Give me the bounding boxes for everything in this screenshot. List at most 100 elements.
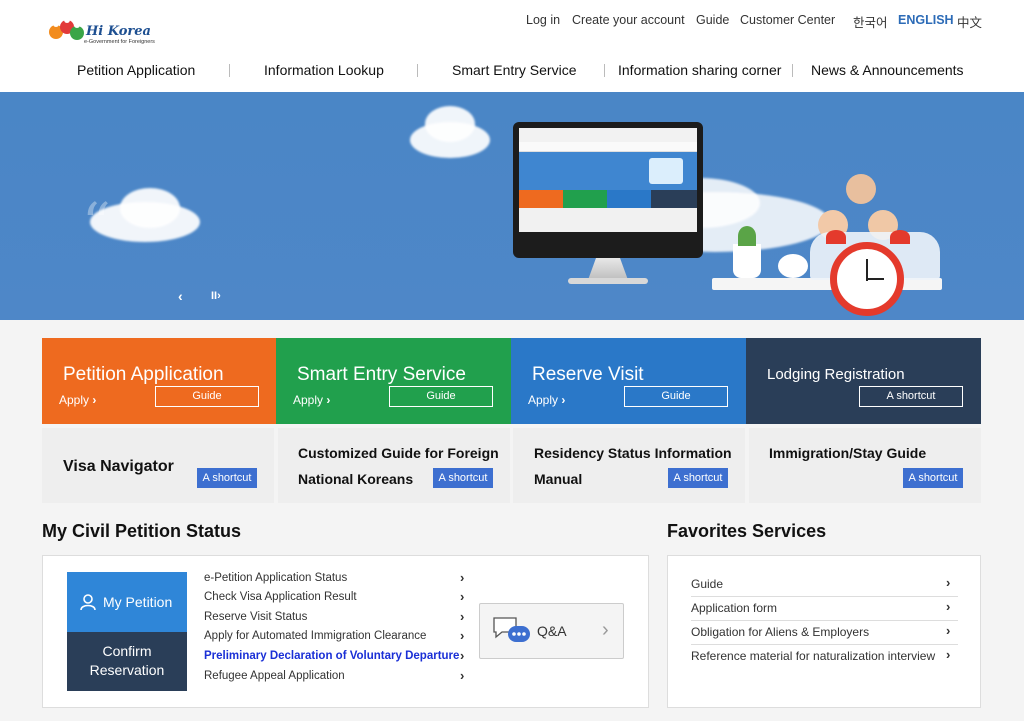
login-link[interactable]: Log in (526, 13, 560, 27)
tile-apply-link[interactable]: Apply › (59, 393, 96, 407)
status-link-visa-result[interactable]: Check Visa Application Result (204, 591, 357, 603)
tile-petition-application[interactable]: Petition Application Apply › Guide (42, 338, 276, 424)
chevron-right-icon: › (946, 647, 951, 662)
customized-guide-card[interactable]: Customized Guide for Foreign National Ko… (278, 428, 510, 503)
qa-button[interactable]: Q&A › (479, 603, 624, 659)
banner-prev-button[interactable]: ‹ (178, 288, 183, 304)
plant-illustration (738, 226, 756, 246)
create-account-link[interactable]: Create your account (572, 13, 685, 27)
divider (691, 596, 958, 597)
sub-tile-title-line2: Manual (534, 471, 583, 487)
chevron-right-icon: › (460, 589, 465, 604)
nav-petition-application[interactable]: Petition Application (77, 62, 195, 78)
monitor-stand (588, 258, 628, 280)
person-illustration (846, 174, 876, 204)
customer-center-link[interactable]: Customer Center (740, 13, 835, 27)
chevron-right-icon: › (946, 599, 951, 614)
chevron-right-icon: › (460, 609, 465, 624)
logo-text: Hi Korea (86, 24, 151, 39)
lang-english[interactable]: ENGLISH (898, 13, 954, 27)
shortcut-button[interactable]: A shortcut (197, 468, 257, 488)
monitor-stand-base (568, 278, 648, 284)
tile-smart-entry-service[interactable]: Smart Entry Service Apply › Guide (276, 338, 511, 424)
fav-link-naturalization[interactable]: Reference material for naturalization in… (691, 649, 935, 663)
piggy-bank-illustration (778, 254, 808, 278)
nav-information-lookup[interactable]: Information Lookup (264, 62, 384, 78)
plant-pot-illustration (733, 244, 761, 278)
shortcut-button[interactable]: A shortcut (433, 468, 493, 488)
my-petition-label: My Petition (103, 594, 173, 610)
tile-title: Petition Application (63, 364, 224, 385)
sub-tile-title-line2: National Koreans (298, 471, 414, 487)
tile-reserve-visit[interactable]: Reserve Visit Apply › Guide (511, 338, 746, 424)
tile-guide-button[interactable]: Guide (389, 386, 493, 407)
tile-lodging-registration[interactable]: Lodging Registration A shortcut (746, 338, 981, 424)
tile-shortcut-button[interactable]: A shortcut (859, 386, 963, 407)
fav-link-guide[interactable]: Guide (691, 577, 723, 591)
hikorea-logo[interactable]: Hi Korea e-Government for Foreigners (48, 16, 155, 48)
lang-korean[interactable]: 한국어 (853, 12, 888, 31)
header: Hi Korea e-Government for Foreigners Log… (0, 0, 1024, 92)
monitor-illustration (513, 122, 703, 258)
cloud-decoration (425, 106, 475, 142)
tile-guide-button[interactable]: Guide (155, 386, 259, 407)
confirm-label-line1: Confirm (102, 643, 152, 659)
nav-separator (417, 64, 418, 77)
status-link-reserve-visit[interactable]: Reserve Visit Status (204, 611, 307, 623)
tile-apply-link[interactable]: Apply › (293, 393, 330, 407)
clock-bell-illustration (890, 230, 910, 244)
alarm-clock-illustration (830, 242, 904, 316)
chevron-right-icon: › (460, 668, 465, 683)
cloud-decoration (120, 188, 180, 228)
lang-chinese[interactable]: 中文 (957, 12, 982, 31)
sub-tile-title-line1: Residency Status Information (534, 445, 732, 461)
chevron-right-icon: › (460, 628, 465, 643)
chevron-right-icon: › (460, 570, 465, 585)
sub-tile-title-line1: Customized Guide for Foreign (298, 445, 499, 461)
chat-bubble-icon (493, 617, 530, 642)
chevron-right-icon: › (602, 619, 609, 641)
status-link-immigration-clearance[interactable]: Apply for Automated Immigration Clearanc… (204, 630, 426, 642)
tile-title: Smart Entry Service (297, 364, 466, 385)
visa-navigator-card[interactable]: Visa Navigator A shortcut (42, 428, 274, 503)
shortcut-button[interactable]: A shortcut (903, 468, 963, 488)
banner-pause-next-button[interactable]: II› (211, 290, 221, 302)
quote-mark-icon: “ (82, 192, 111, 257)
qa-label: Q&A (537, 623, 567, 639)
fav-link-obligation[interactable]: Obligation for Aliens & Employers (691, 625, 869, 639)
chevron-right-icon: › (460, 648, 465, 663)
logo-people-icon (49, 17, 84, 40)
nav-information-sharing[interactable]: Information sharing corner (618, 62, 781, 78)
tile-title: Lodging Registration (767, 366, 905, 383)
main-banner[interactable]: “ ‹ II› (0, 92, 1024, 320)
confirm-reservation-button[interactable]: Confirm Reservation (67, 632, 187, 691)
user-icon (80, 594, 96, 611)
sub-tile-title: Visa Navigator (63, 458, 174, 475)
guide-link[interactable]: Guide (696, 13, 729, 27)
chevron-right-icon: › (946, 575, 951, 590)
tile-guide-button[interactable]: Guide (624, 386, 728, 407)
residency-manual-card[interactable]: Residency Status Information Manual A sh… (513, 428, 745, 503)
nav-smart-entry-service[interactable]: Smart Entry Service (452, 62, 576, 78)
status-link-e-petition[interactable]: e-Petition Application Status (204, 572, 347, 584)
clock-bell-illustration (826, 230, 846, 244)
immigration-guide-card[interactable]: Immigration/Stay Guide A shortcut (749, 428, 981, 503)
logo-subtitle: e-Government for Foreigners (84, 39, 155, 45)
nav-separator (792, 64, 793, 77)
status-link-voluntary-departure[interactable]: Preliminary Declaration of Voluntary Dep… (204, 650, 459, 662)
confirm-label-line2: Reservation (89, 662, 165, 678)
nav-separator (229, 64, 230, 77)
nav-separator (604, 64, 605, 77)
shortcut-button[interactable]: A shortcut (668, 468, 728, 488)
status-link-refugee-appeal[interactable]: Refugee Appeal Application (204, 670, 345, 682)
petition-status-title: My Civil Petition Status (42, 521, 242, 541)
tile-apply-link[interactable]: Apply › (528, 393, 565, 407)
nav-news-announcements[interactable]: News & Announcements (811, 62, 964, 78)
monitor-screen (519, 128, 697, 232)
sub-tile-title: Immigration/Stay Guide (769, 445, 927, 461)
chevron-right-icon: › (946, 623, 951, 638)
favorites-title: Favorites Services (667, 521, 827, 541)
fav-link-application-form[interactable]: Application form (691, 601, 777, 615)
divider (691, 620, 958, 621)
my-petition-button[interactable]: My Petition (67, 572, 187, 632)
